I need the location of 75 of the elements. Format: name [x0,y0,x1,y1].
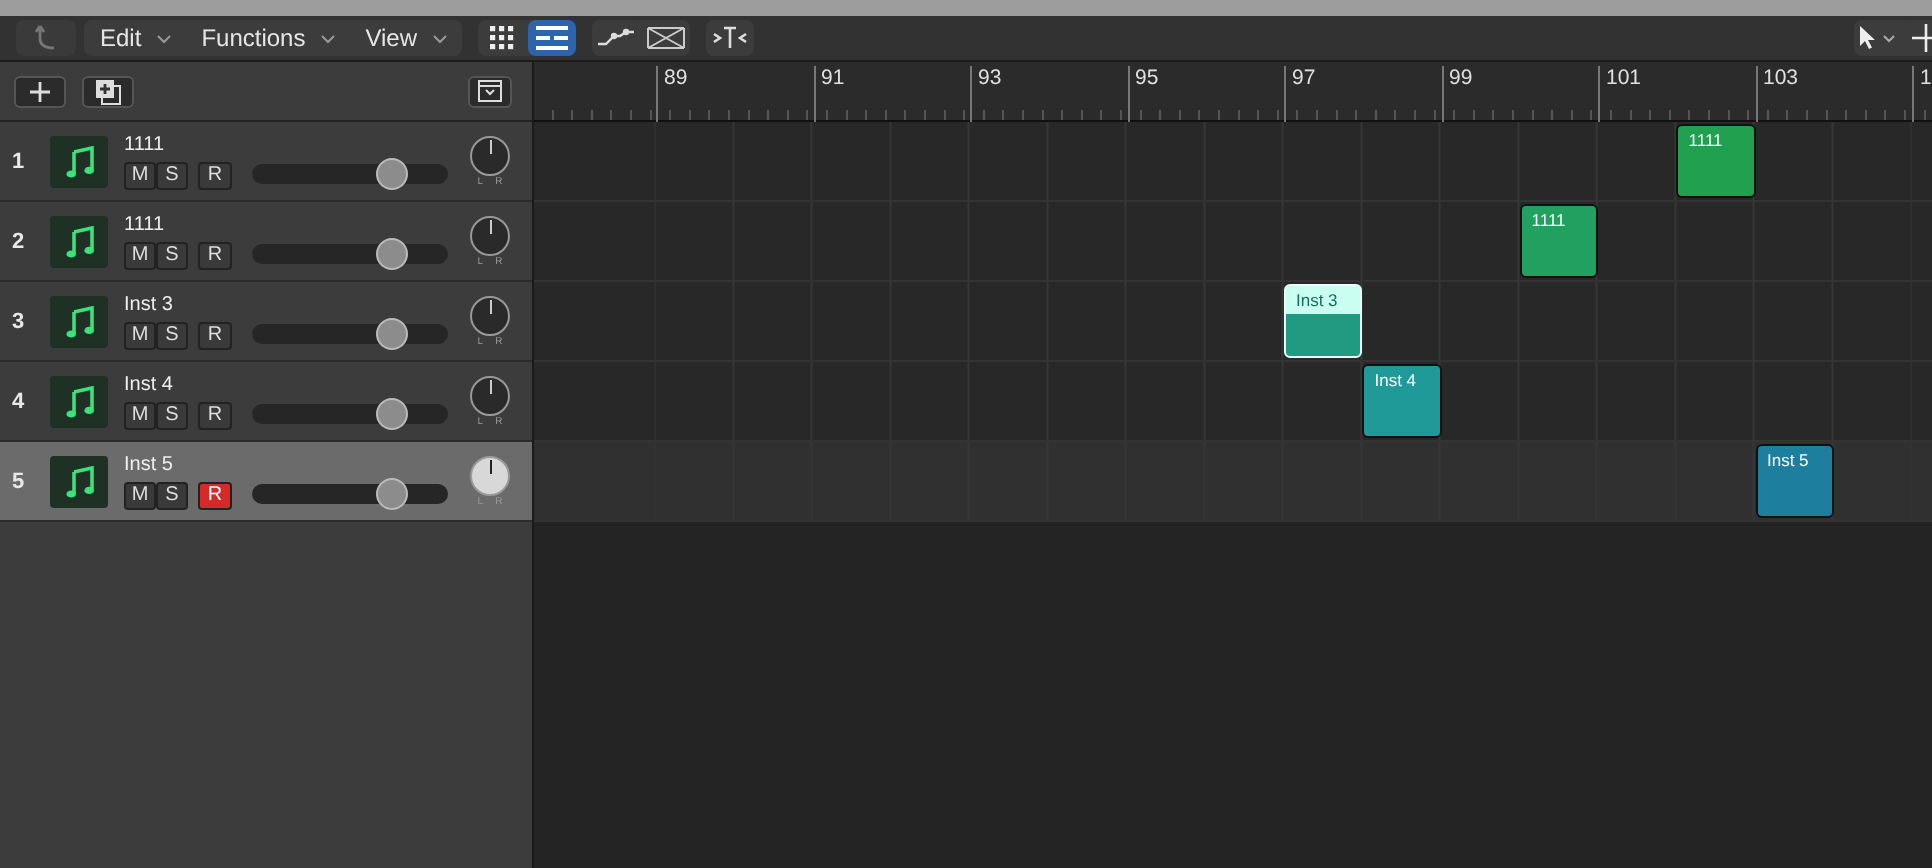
instrument-icon [50,135,108,187]
track-name: Inst 3 [124,293,175,317]
region-label: Inst 5 [1765,448,1811,472]
track-name: 1111 [124,213,167,237]
mute-button[interactable]: M [124,481,156,509]
pointer-icon [1857,26,1897,50]
solo-button[interactable]: S [156,321,188,349]
volume-slider[interactable] [252,483,448,503]
menu-button[interactable]: Functions [185,20,350,56]
track-name: Inst 5 [124,453,175,477]
solo-button[interactable]: S [156,161,188,189]
instrument-icon [50,375,108,427]
menu-button[interactable]: View [349,20,462,56]
curved-arrow-icon [34,24,58,52]
slider-thumb[interactable] [375,237,408,269]
volume-slider[interactable] [252,163,448,183]
pan-knob[interactable] [470,455,510,495]
duplicate-icon [94,77,122,105]
slider-thumb[interactable] [375,477,408,509]
crosshair-icon [1911,24,1932,52]
list-icon [535,26,568,50]
chevron-down-icon [431,33,448,43]
list-view-button[interactable] [527,20,576,56]
region-label: 1111 [1529,208,1568,232]
record-enable-button[interactable]: R [198,401,232,429]
pan-knob[interactable] [470,135,510,175]
track-number: 2 [9,229,27,253]
instrument-icon [50,215,108,267]
pan-knob[interactable] [470,215,510,255]
dropdown-box-icon [478,80,502,102]
curve-points-icon [595,28,636,48]
duplicate-track-button[interactable] [82,75,134,107]
mute-button[interactable]: M [124,401,156,429]
mute-button[interactable]: M [124,241,156,269]
volume-slider[interactable] [252,323,448,343]
solo-button[interactable]: S [156,401,188,429]
volume-slider[interactable] [252,403,448,423]
record-enable-button[interactable]: R [198,241,232,269]
pan-knob[interactable] [470,295,510,335]
record-enable-button[interactable]: R [198,321,232,349]
menu-button[interactable]: Edit [84,20,186,56]
instrument-icon [50,455,108,507]
track-name: Inst 4 [124,373,175,397]
region-label: Inst 4 [1372,368,1419,392]
instrument-icon [50,295,108,347]
track-name: 1111 [124,133,167,157]
record-enable-button[interactable]: R [198,481,232,509]
track-number: 5 [9,469,27,493]
volume-slider[interactable] [252,243,448,263]
region-label: Inst 3 [1286,286,1361,314]
slider-thumb[interactable] [375,397,408,429]
collapse-button[interactable] [468,75,512,107]
grid-icon [489,26,514,50]
midi-region[interactable]: Inst 3 [1284,284,1363,358]
bar-ruler[interactable]: 89 91 93 95 97 99 101 103 1 [534,62,1932,122]
slider-thumb[interactable] [375,157,408,189]
playhead-catch-icon [711,26,748,50]
track-number: 1 [9,149,27,173]
back-button[interactable] [16,20,76,56]
track-number: 4 [9,389,27,413]
plus-icon [28,79,52,103]
add-track-button[interactable] [14,75,66,107]
record-enable-button[interactable]: R [198,161,232,189]
solo-button[interactable]: S [156,241,188,269]
chevron-down-icon [155,33,172,43]
pan-knob[interactable] [470,375,510,415]
midi-region[interactable]: Inst 5 [1755,444,1834,518]
slider-thumb[interactable] [375,317,408,349]
region-label: 1111 [1686,128,1725,152]
chevron-down-icon [319,33,336,43]
crossfade-icon [645,26,686,50]
solo-button[interactable]: S [156,481,188,509]
mute-button[interactable]: M [124,161,156,189]
track-number: 3 [9,309,27,333]
mute-button[interactable]: M [124,321,156,349]
